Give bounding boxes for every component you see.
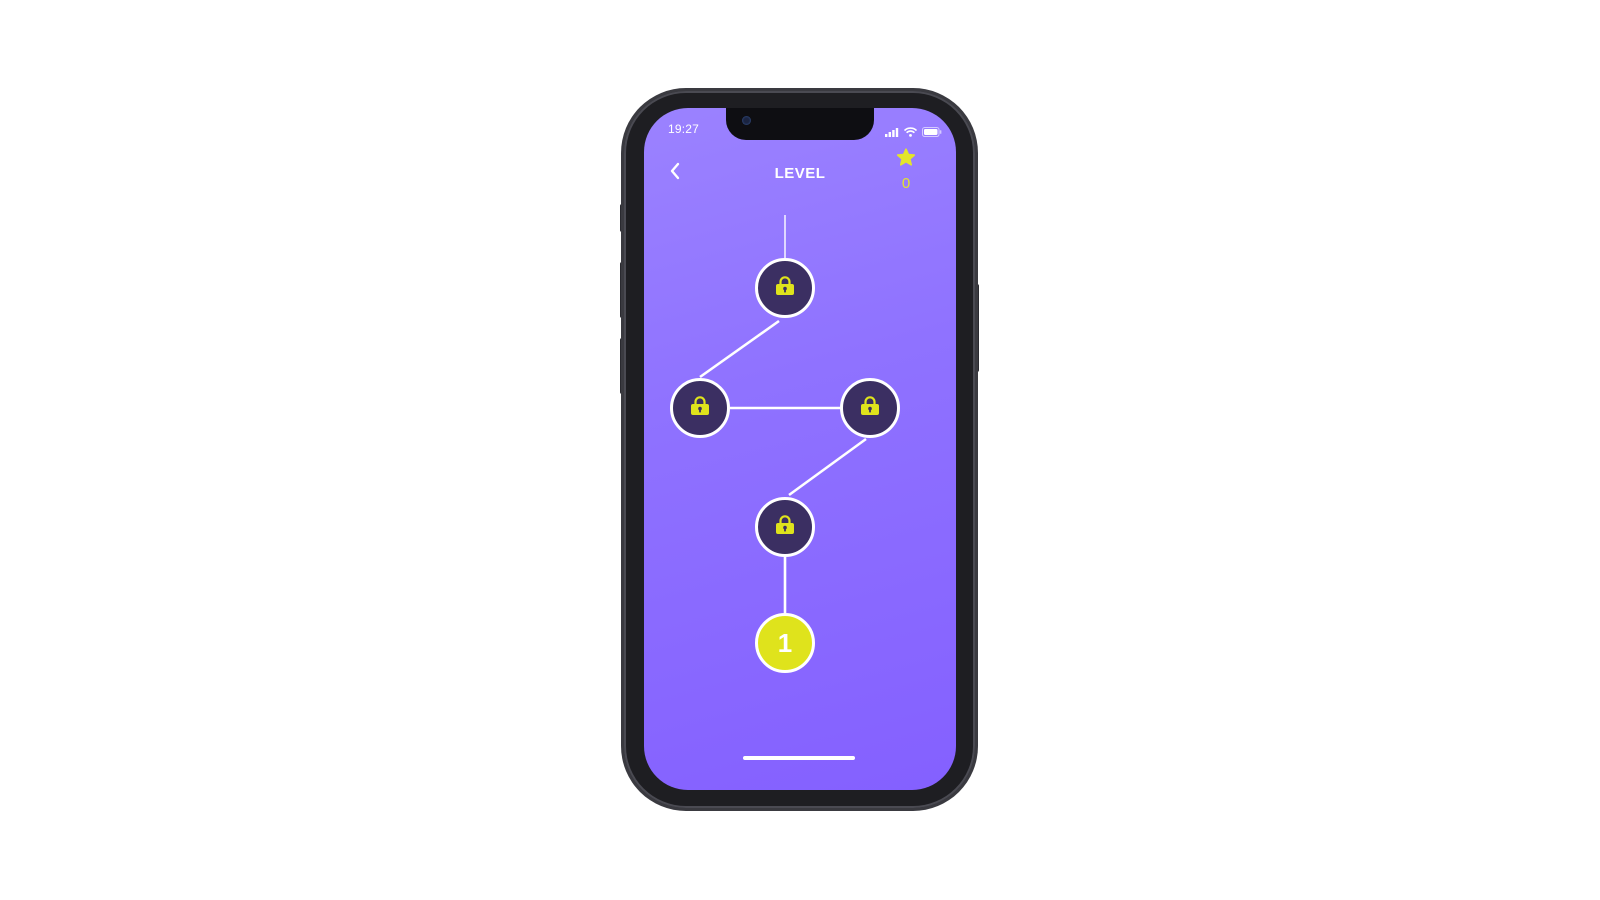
app-screen: 19:27 LEVEL 0 1 — [644, 108, 956, 790]
path-connector-1 — [699, 319, 780, 379]
level-number: 1 — [777, 627, 793, 658]
level-node-1[interactable]: 1 — [755, 613, 815, 673]
level-node-locked[interactable] — [755, 497, 815, 557]
level-node-locked[interactable] — [755, 258, 815, 318]
home-indicator[interactable] — [743, 756, 855, 760]
lock-icon — [774, 276, 796, 300]
lock-icon — [689, 396, 711, 420]
level-node-locked[interactable] — [840, 378, 900, 438]
canvas: 19:27 LEVEL 0 1 — [0, 0, 1600, 900]
level-node-locked[interactable] — [670, 378, 730, 438]
phone-power-button — [975, 284, 979, 372]
lock-icon — [774, 515, 796, 539]
level-path — [699, 215, 867, 613]
lock-icon — [859, 396, 881, 420]
path-connector-3 — [788, 437, 867, 497]
